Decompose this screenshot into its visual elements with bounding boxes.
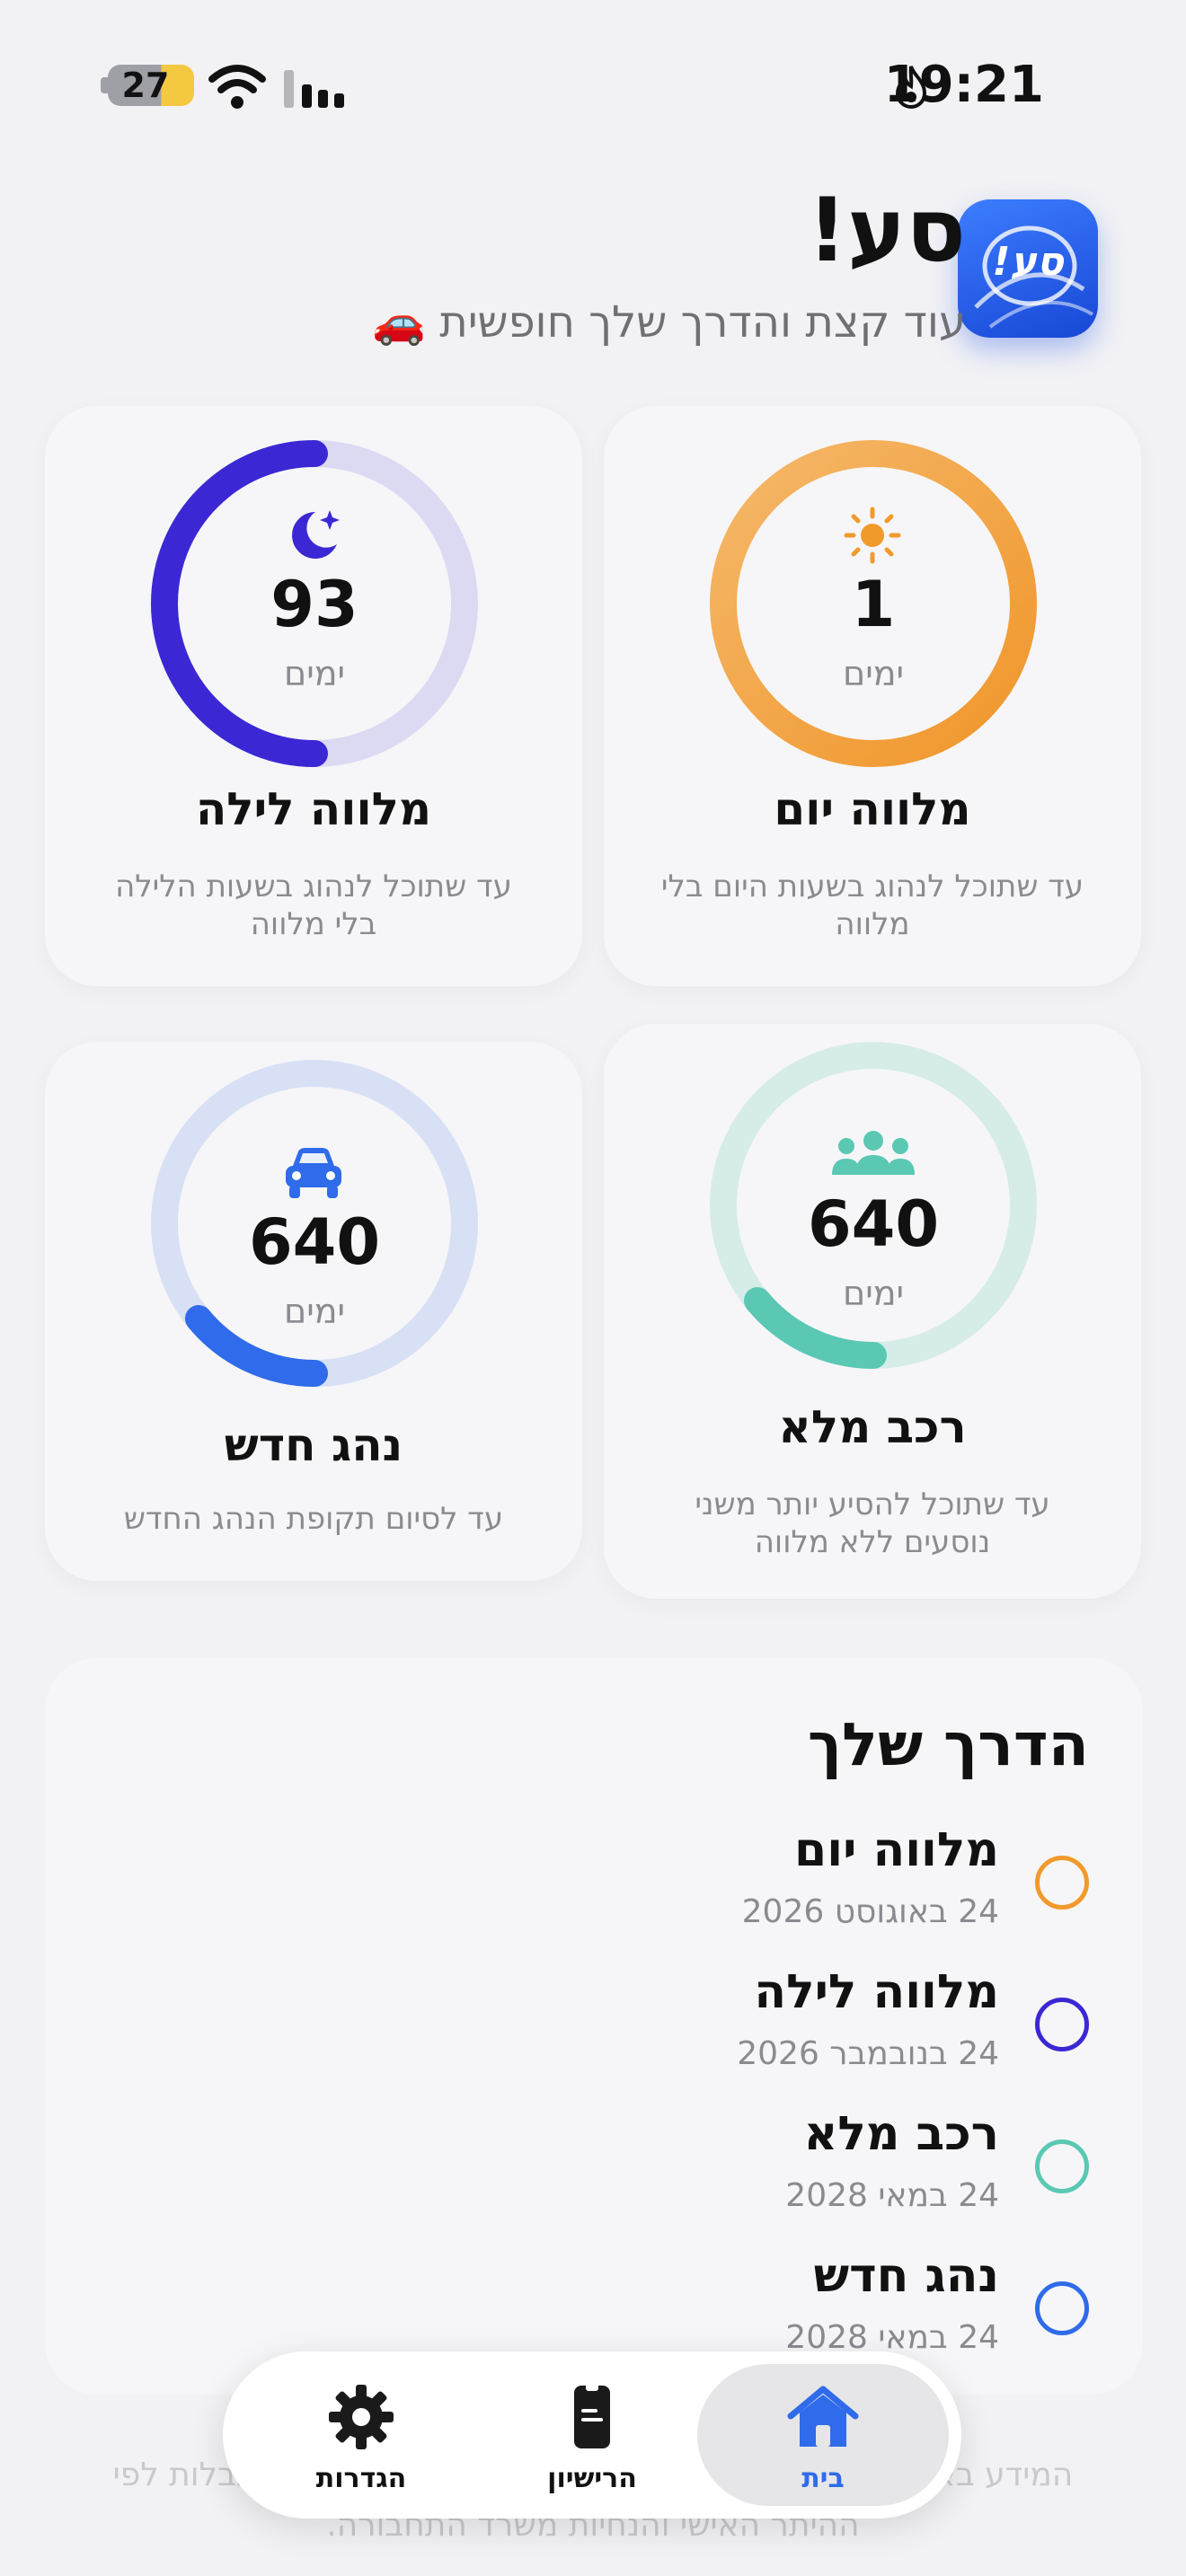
milestone-date: 24 במאי 2028 [785, 2319, 999, 2356]
days-count: 1 [851, 568, 896, 641]
days-unit: ימים [842, 1274, 905, 1313]
milestone-date: 24 במאי 2028 [785, 2177, 999, 2214]
card-description: עד שתוכל לנהוג בשעות היום בלי מלווה [660, 869, 1084, 942]
card-description: עד שתוכל לנהוג בשעות הלילה בלי מלווה [115, 869, 512, 942]
status-circle-icon [1035, 2139, 1089, 2193]
status-circle-icon [1035, 1856, 1089, 1910]
section-title: הדרך שלך [807, 1710, 1089, 1779]
tab-label: הרישיון [547, 2463, 637, 2494]
cellular-signal-icon [284, 70, 344, 108]
moon-stars-icon [292, 510, 340, 559]
app-icon-text: סע! [992, 239, 1064, 285]
card-new-driver[interactable]: 640 ימים נהג חדש עד לסיום תקופת הנהג החד… [45, 1042, 582, 1581]
tab-home[interactable]: בית [697, 2364, 949, 2506]
your-path-section: הדרך שלך מלווה יום 24 באוגוסט 2026 מלווה… [45, 1658, 1143, 2395]
card-title: רכב מלא [778, 1401, 967, 1453]
card-title: נהג חדש [224, 1419, 403, 1471]
card-full-car[interactable]: 640 ימים רכב מלא עד שתוכל להסיע יותר משנ… [604, 1024, 1141, 1599]
timeline-item[interactable]: רכב מלא 24 במאי 2028 [190, 2107, 1089, 2242]
license-icon [574, 2384, 610, 2448]
timeline-item[interactable]: מלווה יום 24 באוגוסט 2026 [190, 1823, 1089, 1958]
sun-icon [844, 507, 901, 564]
card-description: עד שתוכל להסיע יותר משני נוסעים ללא מלוו… [695, 1486, 1050, 1560]
card-title: מלווה לילה [195, 783, 432, 835]
status-bar: 27 19:21 [0, 0, 1186, 171]
milestone-date: 24 באוגוסט 2026 [741, 1893, 999, 1930]
tab-bar: בית הרישיון הגדרות [223, 2351, 961, 2519]
wifi-icon [208, 65, 266, 109]
days-unit: ימים [842, 654, 905, 693]
card-description: עד לסיום תקופת הנהג החדש [123, 1501, 504, 1537]
app-icon: סע! [942, 199, 1141, 338]
tab-label: הגדרות [315, 2463, 407, 2494]
gear-icon [329, 2385, 394, 2449]
milestone-name: מלווה לילה [754, 1965, 999, 2019]
days-unit: ימים [283, 1292, 346, 1331]
status-circle-icon [1035, 2281, 1089, 2335]
days-count: 93 [270, 568, 358, 641]
milestone-name: מלווה יום [794, 1823, 999, 1877]
app-subtitle: עוד קצת והדרך שלך חופשית 🚗 [372, 297, 966, 348]
card-day-companion[interactable]: 1 ימים מלווה יום עד שתוכל לנהוג בשעות הי… [604, 406, 1141, 986]
days-count: 640 [248, 1205, 381, 1279]
tab-settings[interactable]: הגדרות [235, 2364, 487, 2506]
app-title: סע! [807, 180, 966, 282]
clock: 19:21 [883, 56, 1044, 114]
car-icon [286, 1148, 341, 1198]
milestone-name: רכב מלא [803, 2107, 999, 2161]
milestone-date: 24 בנובמבר 2026 [737, 2035, 999, 2072]
status-circle-icon [1035, 1998, 1089, 2051]
days-unit: ימים [283, 654, 346, 693]
card-title: מלווה יום [774, 783, 971, 835]
milestone-name: נהג חדש [813, 2249, 999, 2303]
battery-indicator: 27 [108, 65, 194, 106]
timeline-item[interactable]: מלווה לילה 24 בנובמבר 2026 [190, 1965, 1089, 2100]
tab-license[interactable]: הרישיון [466, 2364, 718, 2506]
house-icon [787, 2386, 859, 2447]
card-night-companion[interactable]: 93 ימים מלווה לילה עד שתוכל לנהוג בשעות … [45, 406, 582, 986]
people-icon [832, 1131, 915, 1175]
battery-cap [101, 77, 108, 93]
days-count: 640 [807, 1187, 940, 1261]
tab-label: בית [801, 2463, 845, 2494]
